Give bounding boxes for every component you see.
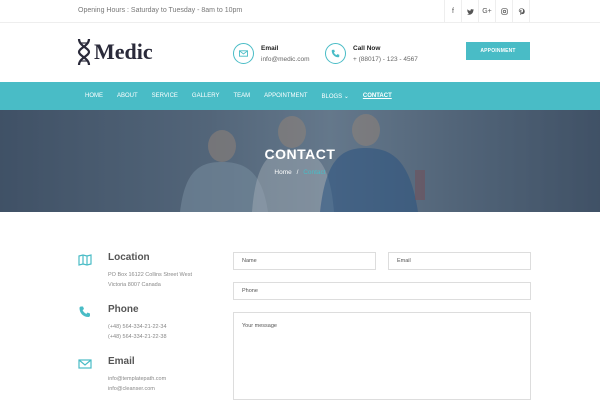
opening-hours: Opening Hours : Saturday to Tuesday - 8a… [78, 7, 243, 14]
envelope-icon [78, 359, 92, 369]
instagram-icon[interactable] [496, 0, 513, 23]
breadcrumb-current: Contact [303, 169, 326, 176]
top-bar: Opening Hours : Saturday to Tuesday - 8a… [0, 0, 600, 23]
brand-name: Medic [94, 39, 153, 64]
nav-item-home[interactable]: HOME [85, 93, 103, 99]
phone-icon [79, 306, 90, 317]
nav-item-gallery[interactable]: GALLERY [192, 93, 220, 99]
phone-icon [325, 43, 346, 64]
location-line: Victoria 8007 Canada [108, 282, 161, 288]
message-placeholder: Your message [242, 323, 277, 329]
call-title: Call Now [353, 44, 381, 52]
email-placeholder: Email [397, 258, 411, 264]
message-field[interactable]: Your message [233, 312, 531, 400]
nav-item-blogs[interactable]: BLOGS ⌄ [322, 93, 349, 100]
social-links: f G+ [444, 0, 530, 23]
page-banner: CONTACT Home / Contact [0, 110, 600, 212]
name-placeholder: Name [242, 258, 257, 264]
dna-logo-icon [77, 38, 91, 66]
email-field[interactable]: Email [388, 252, 531, 270]
phone-line: (+48) 564-334-21-22-38 [108, 334, 167, 340]
site-logo[interactable]: Medic [77, 38, 153, 66]
location-line: PO Box 16122 Collins Street West [108, 272, 192, 278]
call-value[interactable]: + (88017) - 123 - 4567 [353, 56, 418, 63]
map-icon [78, 254, 92, 266]
pinterest-icon[interactable] [513, 0, 530, 23]
appointment-button[interactable]: APPOINMENT [466, 42, 530, 60]
phone-title: Phone [108, 304, 139, 315]
email-section-title: Email [108, 356, 135, 367]
email-line: info@cleanser.com [108, 386, 155, 392]
google-plus-icon[interactable]: G+ [479, 0, 496, 23]
phone-field[interactable]: Phone [233, 282, 531, 300]
breadcrumb-home[interactable]: Home [274, 169, 291, 176]
phone-line: (+48) 564-334-21-22-34 [108, 324, 167, 330]
breadcrumb-separator: / [296, 169, 299, 176]
nav-item-service[interactable]: SERVICE [152, 93, 178, 99]
email-line: info@templatepath.com [108, 376, 167, 382]
main-nav: HOME ABOUT SERVICE GALLERY TEAM APPOINTM… [0, 82, 600, 110]
nav-item-team[interactable]: TEAM [233, 93, 250, 99]
nav-item-appointment[interactable]: APPOINTMENT [264, 93, 307, 99]
breadcrumb: Home / Contact [0, 169, 600, 176]
header-email: Email info@medic.com [233, 43, 310, 64]
nav-item-about[interactable]: ABOUT [117, 93, 138, 99]
location-title: Location [108, 252, 150, 263]
email-title: Email [261, 44, 279, 52]
name-field[interactable]: Name [233, 252, 376, 270]
envelope-icon [233, 43, 254, 64]
phone-placeholder: Phone [242, 288, 258, 294]
nav-item-contact[interactable]: CONTACT [363, 93, 392, 99]
header-call: Call Now + (88017) - 123 - 4567 [325, 43, 418, 64]
facebook-icon[interactable]: f [445, 0, 462, 23]
page-title: CONTACT [264, 146, 336, 162]
email-value[interactable]: info@medic.com [261, 56, 310, 63]
twitter-icon[interactable] [462, 0, 479, 23]
